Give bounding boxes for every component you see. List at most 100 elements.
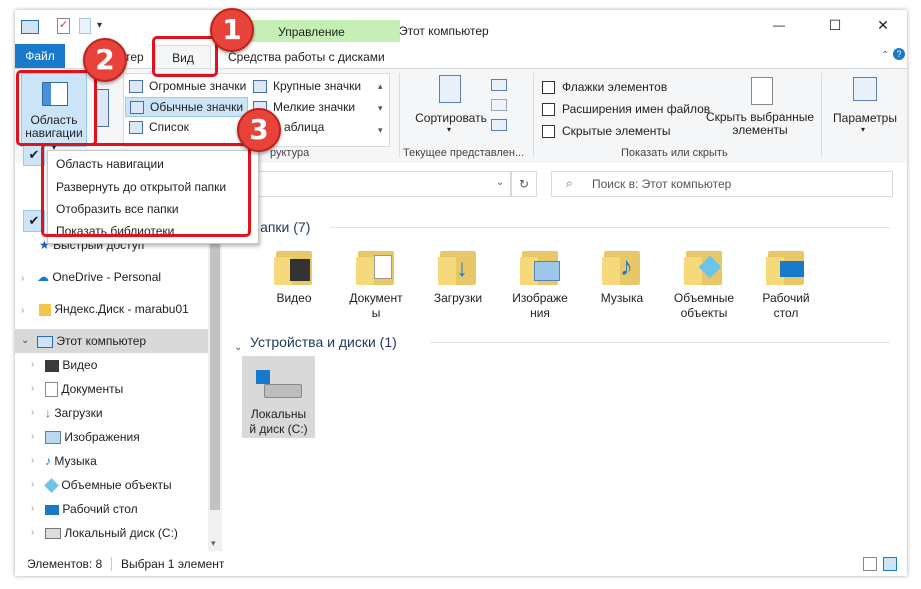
add-columns-icon[interactable]: [491, 99, 507, 111]
tab-file[interactable]: Файл: [15, 44, 65, 68]
content-pane: ⌄ Папки (7) Видео Документы ↓ Загрузки И…: [230, 203, 907, 551]
minimize-button[interactable]: —: [769, 18, 789, 32]
nav-item-documents[interactable]: Документы: [45, 377, 123, 401]
drive-c-tile[interactable]: Локальны й диск (C:): [242, 356, 315, 438]
preview-pane-icon[interactable]: [95, 89, 109, 127]
properties-icon[interactable]: ✓: [57, 18, 70, 34]
nav-item-desktop[interactable]: Рабочий стол: [45, 497, 138, 521]
folder-music[interactable]: ♪ Музыка: [584, 247, 660, 306]
chevron-right-icon[interactable]: ›: [31, 407, 34, 418]
item-checkboxes-checkbox[interactable]: [542, 81, 555, 94]
chevron-right-icon[interactable]: ›: [21, 273, 24, 284]
downloads-folder-icon: ↓: [438, 247, 478, 285]
divider: [821, 73, 822, 157]
layout-normal-icons[interactable]: Обычные значки: [125, 97, 249, 117]
nav-item-onedrive[interactable]: ☁ OneDrive - Personal: [37, 265, 161, 289]
chevron-down-icon[interactable]: ⌄: [234, 342, 242, 353]
folder-label: Документ: [349, 291, 403, 305]
annotation-highlight-nav-pane-button: [16, 70, 97, 146]
help-icon[interactable]: ?: [893, 48, 905, 60]
chevron-right-icon[interactable]: ›: [31, 383, 34, 394]
chevron-right-icon[interactable]: ›: [21, 305, 24, 316]
annotation-badge-3: 3: [237, 108, 281, 152]
layout-list[interactable]: Список: [129, 118, 189, 136]
cloud-icon: ☁: [37, 270, 49, 284]
file-extensions-checkbox[interactable]: [542, 103, 555, 116]
nav-item-this-pc[interactable]: Этот компьютер: [37, 329, 146, 353]
nav-item-pictures[interactable]: Изображения: [45, 425, 140, 449]
folder-label: Рабочий: [762, 291, 810, 305]
maximize-button[interactable]: ☐: [825, 17, 845, 34]
huge-icons-icon: [129, 80, 143, 94]
gallery-scroll-icon[interactable]: ▴ ▾ ▾: [378, 75, 383, 141]
new-folder-icon[interactable]: [79, 18, 91, 34]
chevron-right-icon[interactable]: ›: [31, 479, 34, 490]
nav-scroll-thumb[interactable]: [210, 220, 220, 510]
chevron-right-icon[interactable]: ›: [31, 455, 34, 466]
divider: [330, 227, 890, 228]
divider: [533, 73, 534, 157]
folder-video[interactable]: Видео: [256, 247, 332, 306]
chevron-right-icon[interactable]: ›: [31, 527, 34, 538]
search-placeholder: Поиск в: Этот компьютер: [592, 177, 732, 191]
nav-item-music[interactable]: ♪ Музыка: [45, 449, 97, 473]
folder-downloads[interactable]: ↓ Загрузки: [420, 247, 496, 306]
show-hide-group-label: Показать или скрыть: [621, 147, 728, 159]
address-history-icon[interactable]: ⌄: [496, 177, 504, 188]
folder-pictures[interactable]: Изображе ния: [502, 247, 578, 321]
close-button[interactable]: ✕: [873, 17, 893, 34]
folder-label: Музыка: [600, 291, 644, 305]
options-button[interactable]: Параметры ▾: [827, 73, 903, 141]
sort-button[interactable]: Сортировать ▾: [413, 73, 489, 141]
nav-item-3d-objects[interactable]: Объемные объекты: [44, 473, 172, 497]
nav-item-video[interactable]: Видео: [45, 353, 97, 377]
scroll-down-icon[interactable]: ▾: [211, 538, 216, 549]
nav-item-local-disk[interactable]: Локальный диск (C:): [45, 521, 178, 545]
chevron-right-icon[interactable]: ›: [31, 431, 34, 442]
address-field[interactable]: р ⌄: [243, 171, 511, 197]
nav-item-yandex-disk[interactable]: Яндекс.Диск - marabu01: [39, 297, 189, 321]
folder-label-2: ния: [530, 306, 550, 320]
layout-huge-icons[interactable]: Огромные значки: [129, 77, 246, 95]
current-view-group-label: Текущее представлен...: [403, 147, 525, 159]
folder-label-2: ы: [371, 306, 381, 320]
size-columns-icon[interactable]: [491, 119, 507, 131]
hidden-items-checkbox[interactable]: [542, 125, 555, 138]
folder-label: Объемные: [673, 291, 735, 305]
explorer-window: ✓ ▾ Управление Этот компьютер — ☐ ✕ Файл…: [15, 10, 907, 576]
refresh-icon: ↻: [518, 177, 530, 191]
yandex-disk-icon: [39, 303, 51, 316]
folder-documents[interactable]: Документ ы: [338, 247, 414, 321]
folder-desktop[interactable]: Рабочий стол: [748, 247, 824, 321]
normal-icons-label: Обычные значки: [150, 100, 244, 114]
download-icon: ↓: [45, 406, 51, 420]
details-view-icon[interactable]: [863, 557, 877, 571]
list-icon: [129, 121, 143, 135]
chevron-down-icon[interactable]: ⌄: [21, 335, 29, 346]
status-items-count: Элементов: 8: [27, 557, 103, 571]
refresh-button[interactable]: ↻: [511, 171, 537, 197]
nav-item-downloads[interactable]: ↓ Загрузки: [45, 401, 103, 425]
folder-3d-objects[interactable]: Объемные объекты: [666, 247, 742, 321]
pictures-folder-icon: [520, 247, 560, 285]
drive-label: Локальны: [250, 407, 307, 421]
folder-label-2: объекты: [680, 306, 728, 320]
group-by-icon[interactable]: [491, 79, 507, 91]
search-field[interactable]: ⌕ Поиск в: Этот компьютер: [551, 171, 893, 197]
chevron-right-icon[interactable]: ›: [31, 359, 34, 370]
large-icons-view-icon[interactable]: [883, 557, 897, 571]
layout-large-icons[interactable]: Крупные значки: [253, 77, 361, 95]
layout-table[interactable]: аблица: [284, 118, 324, 136]
quick-access-dropdown-icon[interactable]: ▾: [97, 20, 102, 31]
collapse-ribbon-icon[interactable]: ⌃: [881, 50, 889, 61]
chevron-right-icon[interactable]: ›: [31, 503, 34, 514]
divider: [111, 557, 112, 571]
hide-selected-button[interactable]: Скрыть выбранные элементы: [705, 73, 815, 141]
item-checkboxes-label: Флажки элементов: [562, 80, 668, 94]
status-bar: Элементов: 8 Выбран 1 элемент: [15, 551, 907, 576]
file-extensions-label: Расширения имен файлов: [562, 102, 711, 116]
hide-selected-icon: [751, 77, 773, 105]
devices-header[interactable]: Устройства и диски (1): [250, 334, 397, 350]
folders-header[interactable]: Папки (7): [250, 219, 310, 235]
tab-disk-tools[interactable]: Средства работы с дисками: [220, 47, 393, 67]
